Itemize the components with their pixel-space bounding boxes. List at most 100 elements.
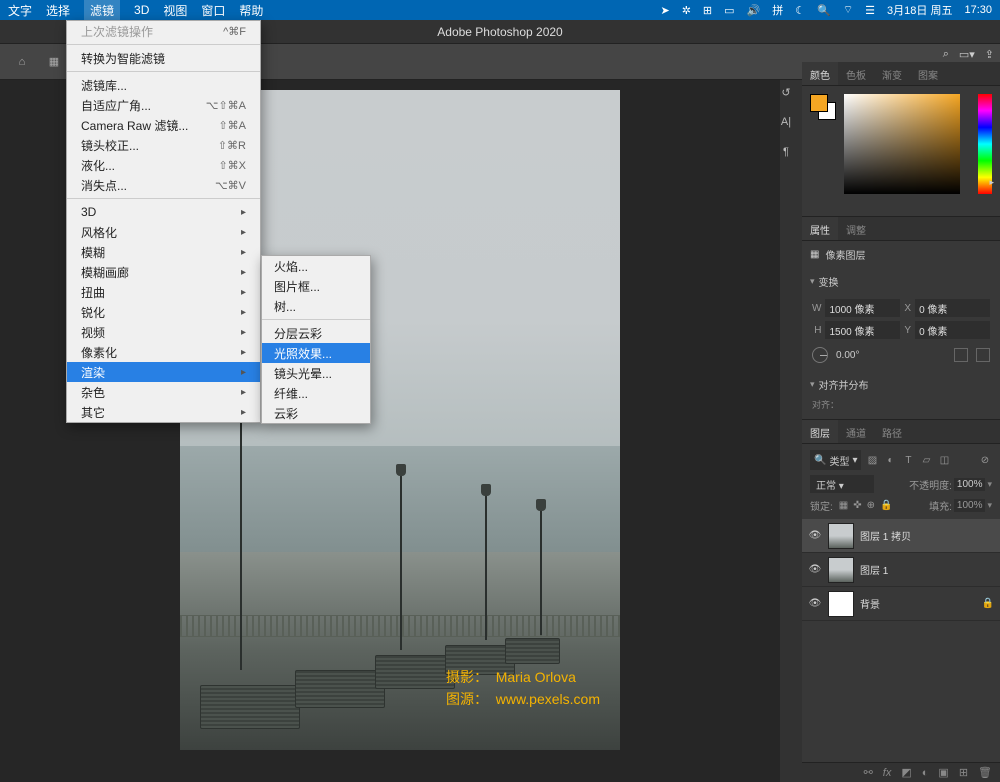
tab-layers[interactable]: 图层 xyxy=(802,420,838,443)
menu-text[interactable]: 文字 xyxy=(8,2,32,19)
location-icon[interactable]: ➤ xyxy=(660,4,669,17)
submenu-clouds[interactable]: 云彩 xyxy=(262,403,370,423)
layer-name[interactable]: 图层 1 拷贝 xyxy=(860,528,911,543)
filter-type-icon[interactable]: T xyxy=(901,453,915,467)
tab-adjustments[interactable]: 调整 xyxy=(838,217,874,240)
layer-thumb[interactable] xyxy=(828,523,854,549)
trash-icon[interactable]: 🗑 xyxy=(978,766,992,779)
layer-name[interactable]: 背景 xyxy=(860,596,880,611)
menu-vanishing-point[interactable]: 消失点...⌥⌘V xyxy=(67,175,260,195)
blend-mode-select[interactable]: 正常 ▾ xyxy=(810,475,874,493)
menu-other-sub[interactable]: 其它 xyxy=(67,402,260,422)
color-field[interactable] xyxy=(844,94,960,194)
filter-toggle-icon[interactable]: ⊘ xyxy=(978,453,992,467)
flip-v-icon[interactable] xyxy=(976,348,990,362)
visibility-icon[interactable]: 👁 xyxy=(808,598,822,609)
link-layers-icon[interactable]: ⚯ xyxy=(864,766,873,779)
layer-kind-filter[interactable]: 🔍类型 ▾ xyxy=(810,450,861,470)
control-center-icon[interactable]: ☰ xyxy=(865,4,875,17)
character-icon[interactable]: A| xyxy=(776,112,796,132)
filter-adjust-icon[interactable]: ◐ xyxy=(883,453,897,467)
tab-channels[interactable]: 通道 xyxy=(838,420,874,443)
submenu-diff-clouds[interactable]: 分层云彩 xyxy=(262,323,370,343)
angle-icon[interactable] xyxy=(812,347,828,363)
menu-filter[interactable]: 滤镜 xyxy=(84,0,120,21)
menu-filter-gallery[interactable]: 滤镜库... xyxy=(67,75,260,95)
menu-convert-smart[interactable]: 转换为智能滤镜 xyxy=(67,48,260,68)
opacity-input[interactable]: 100% xyxy=(954,478,986,491)
hue-slider[interactable] xyxy=(978,94,992,194)
submenu-lighting-effects[interactable]: 光照效果... xyxy=(262,343,370,363)
menu-noise-sub[interactable]: 杂色 xyxy=(67,382,260,402)
submenu-fibers[interactable]: 纤维... xyxy=(262,383,370,403)
search-icon[interactable]: ⌕ xyxy=(943,48,949,61)
menu-help[interactable]: 帮助 xyxy=(239,2,263,19)
menu-camera-raw[interactable]: Camera Raw 滤镜...⇧⌘A xyxy=(67,115,260,135)
flip-h-icon[interactable] xyxy=(954,348,968,362)
w-input[interactable]: 1000 像素 xyxy=(825,299,900,317)
paragraph-icon[interactable]: ¶ xyxy=(776,142,796,162)
menu-view[interactable]: 视图 xyxy=(163,2,187,19)
wifi-icon[interactable]: ⌔ xyxy=(843,3,853,17)
tab-patterns[interactable]: 图案 xyxy=(910,62,946,85)
menubar-date[interactable]: 3月18日 周五 xyxy=(887,2,952,18)
submenu-flame[interactable]: 火焰... xyxy=(262,256,370,276)
visibility-icon[interactable]: 👁 xyxy=(808,530,822,541)
menu-select[interactable]: 选择 xyxy=(46,2,70,19)
align-section[interactable]: 对齐并分布 xyxy=(802,371,1000,398)
volume-icon[interactable]: 🔊 xyxy=(747,4,761,17)
fg-bg-swatch[interactable] xyxy=(810,94,838,122)
lock-all-icon[interactable]: 🔒 xyxy=(880,500,892,511)
menu-render-sub[interactable]: 渲染 xyxy=(67,362,260,382)
home-icon[interactable]: ⌂ xyxy=(10,50,34,74)
menu-sharpen-sub[interactable]: 锐化 xyxy=(67,302,260,322)
menu-3d-sub[interactable]: 3D xyxy=(67,202,260,222)
menu-distort-sub[interactable]: 扭曲 xyxy=(67,282,260,302)
display-icon[interactable]: ▭ xyxy=(724,4,734,17)
tab-swatches[interactable]: 色板 xyxy=(838,62,874,85)
menu-adaptive-wide[interactable]: 自适应广角...⌥⇧⌘A xyxy=(67,95,260,115)
tab-paths[interactable]: 路径 xyxy=(874,420,910,443)
submenu-picture-frame[interactable]: 图片框... xyxy=(262,276,370,296)
tab-color[interactable]: 颜色 xyxy=(802,62,838,85)
visibility-icon[interactable]: 👁 xyxy=(808,564,822,575)
submenu-tree[interactable]: 树... xyxy=(262,296,370,316)
layer-row[interactable]: 👁 背景 🔒 xyxy=(802,587,1000,621)
lock-artboard-icon[interactable]: ⊕ xyxy=(867,500,875,511)
menu-blur-sub[interactable]: 模糊 xyxy=(67,242,260,262)
menu-pixelate-sub[interactable]: 像素化 xyxy=(67,342,260,362)
layer-row[interactable]: 👁 图层 1 拷贝 xyxy=(802,519,1000,553)
transform-section[interactable]: 变换 xyxy=(802,268,1000,295)
menu-window[interactable]: 窗口 xyxy=(201,2,225,19)
submenu-lens-flare[interactable]: 镜头光晕... xyxy=(262,363,370,383)
grid-icon[interactable]: ⊞ xyxy=(703,4,712,17)
menu-video-sub[interactable]: 视频 xyxy=(67,322,260,342)
tool-preset-icon[interactable]: ▦ xyxy=(42,50,66,74)
tab-properties[interactable]: 属性 xyxy=(802,217,838,240)
lock-position-icon[interactable]: ✜ xyxy=(853,500,861,511)
h-input[interactable]: 1500 像素 xyxy=(825,321,900,339)
history-icon[interactable]: ↺ xyxy=(776,82,796,102)
angle-input[interactable]: 0.00° xyxy=(836,350,886,361)
x-input[interactable]: 0 像素 xyxy=(915,299,990,317)
dnd-icon[interactable]: ☾ xyxy=(795,4,805,17)
menu-liquify[interactable]: 液化...⇧⌘X xyxy=(67,155,260,175)
new-layer-icon[interactable]: ⊞ xyxy=(959,766,968,779)
layer-thumb[interactable] xyxy=(828,591,854,617)
layer-name[interactable]: 图层 1 xyxy=(860,562,888,577)
group-icon[interactable]: ▣ xyxy=(938,766,948,779)
lock-pixels-icon[interactable]: ▦ xyxy=(839,500,848,511)
layer-thumb[interactable] xyxy=(828,557,854,583)
workspace-icon[interactable]: ▭▾ xyxy=(959,48,975,61)
fx-icon[interactable]: fx xyxy=(883,767,892,779)
menu-blur-gallery-sub[interactable]: 模糊画廊 xyxy=(67,262,260,282)
menu-3d[interactable]: 3D xyxy=(134,3,149,17)
fill-input[interactable]: 100% xyxy=(954,499,986,512)
fg-color-swatch[interactable] xyxy=(810,94,828,112)
filter-smart-icon[interactable]: ◫ xyxy=(937,453,951,467)
tab-gradients[interactable]: 渐变 xyxy=(874,62,910,85)
menu-lens-correction[interactable]: 镜头校正...⇧⌘R xyxy=(67,135,260,155)
adjustment-icon[interactable]: ◐ xyxy=(922,767,929,779)
share-icon[interactable]: ⇪ xyxy=(985,48,994,61)
layer-row[interactable]: 👁 图层 1 xyxy=(802,553,1000,587)
